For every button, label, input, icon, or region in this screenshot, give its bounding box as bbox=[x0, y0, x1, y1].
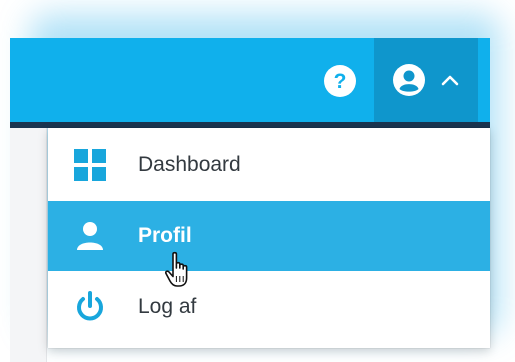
power-icon bbox=[72, 289, 108, 325]
sidebar-background bbox=[10, 128, 47, 362]
svg-text:?: ? bbox=[334, 70, 347, 93]
menu-item-label: Dashboard bbox=[138, 153, 241, 176]
user-circle-icon bbox=[393, 64, 425, 96]
hand-pointer-cursor bbox=[164, 251, 188, 287]
user-icon bbox=[72, 218, 108, 254]
menu-item-log-af[interactable]: Log af bbox=[48, 272, 490, 342]
menu-item-label: Log af bbox=[138, 295, 197, 318]
dashboard-grid-icon bbox=[72, 147, 108, 183]
question-circle-icon: ? bbox=[324, 65, 356, 97]
menu-item-profil[interactable]: Profil bbox=[48, 201, 490, 271]
menu-item-dashboard[interactable]: Dashboard bbox=[48, 130, 490, 200]
menu-item-label: Profil bbox=[138, 224, 192, 247]
user-dropdown-menu: Dashboard Profil Log af bbox=[48, 128, 490, 348]
chevron-up-icon bbox=[441, 75, 459, 86]
help-button[interactable]: ? bbox=[322, 63, 358, 99]
user-menu-button[interactable] bbox=[374, 38, 478, 122]
